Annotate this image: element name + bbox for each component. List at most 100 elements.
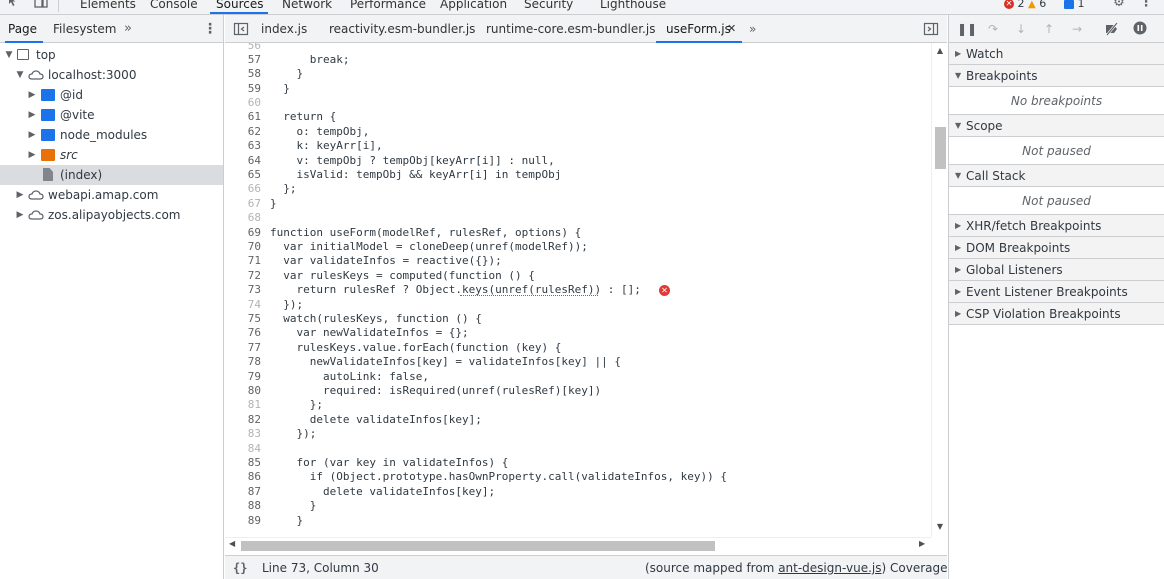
- inspect-element-icon[interactable]: [6, 0, 22, 11]
- tree-item-vite[interactable]: ▶ @vite: [0, 105, 223, 125]
- toggle-navigator-icon[interactable]: [233, 21, 249, 37]
- step-over-icon[interactable]: ↷: [985, 21, 1001, 37]
- expanded-arrow-icon: ▼: [955, 121, 962, 130]
- scrollbar-thumb[interactable]: [935, 127, 946, 169]
- section-breakpoints[interactable]: ▼ Breakpoints: [949, 65, 1164, 87]
- tab-elements[interactable]: Elements: [80, 0, 136, 14]
- section-watch[interactable]: ▶ Watch: [949, 43, 1164, 65]
- collapsed-arrow-icon[interactable]: ▶: [27, 105, 37, 125]
- code-line: 65 isValid: tempObj && keyArr[i] in temp…: [247, 168, 562, 181]
- device-toolbar-icon[interactable]: [33, 0, 49, 11]
- tree-item-index[interactable]: (index): [0, 165, 223, 185]
- customize-menu-icon[interactable]: ⋮: [1138, 0, 1154, 11]
- horizontal-scrollbar[interactable]: ◀ ▶: [225, 537, 931, 552]
- editor-tab-bar: index.js reactivity.esm-bundler.js runti…: [225, 15, 947, 43]
- code-line: 70 var initialModel = cloneDeep(unref(mo…: [247, 240, 588, 253]
- code-editor[interactable]: 56 57 break; 58 } 59 } 60 61 return { 62…: [225, 43, 931, 537]
- collapsed-arrow-icon[interactable]: ▶: [27, 85, 37, 105]
- tab-security[interactable]: Security: [524, 0, 573, 14]
- issues-counter[interactable]: ✕ 2 ▲ 6: [1004, 0, 1046, 12]
- devtools-top-toolbar: Elements Console Sources Network Perform…: [0, 0, 1164, 15]
- section-dom-breakpoints[interactable]: ▶ DOM Breakpoints: [949, 237, 1164, 259]
- code-line: 84: [247, 442, 261, 455]
- close-tab-icon[interactable]: ✕: [727, 15, 736, 43]
- debugger-toolbar: ❚❚ ↷ ↓ ↑ →: [949, 15, 1164, 43]
- settings-gear-icon[interactable]: ⚙: [1111, 0, 1127, 11]
- more-tabs-icon[interactable]: »: [124, 15, 132, 43]
- active-tab-indicator: [5, 41, 43, 43]
- scroll-up-arrow-icon[interactable]: ▲: [935, 46, 945, 55]
- navigator-menu-icon[interactable]: ⋮: [203, 15, 217, 43]
- collapsed-arrow-icon[interactable]: ▶: [27, 125, 37, 145]
- source-map-link[interactable]: ant-design-vue.js: [778, 561, 881, 575]
- tree-item-src[interactable]: ▶ src: [0, 145, 223, 165]
- code-line: 71 var validateInfos = reactive({});: [247, 254, 502, 267]
- pause-on-exceptions-icon[interactable]: [1132, 21, 1148, 37]
- folder-icon: [41, 149, 55, 161]
- tab-page[interactable]: Page: [8, 15, 37, 43]
- section-csp-violation-breakpoints[interactable]: ▶ CSP Violation Breakpoints: [949, 303, 1164, 325]
- tree-item-label: node_modules: [60, 128, 148, 142]
- cursor-position: Line 73, Column 30: [262, 561, 379, 575]
- tree-item-label: @vite: [60, 108, 95, 122]
- tree-item-localhost[interactable]: ▼ localhost:3000: [0, 65, 223, 85]
- tab-lighthouse[interactable]: Lighthouse: [600, 0, 666, 14]
- deactivate-breakpoints-icon[interactable]: [1104, 21, 1120, 37]
- expanded-arrow-icon[interactable]: ▼: [15, 65, 25, 85]
- expanded-arrow-icon[interactable]: ▼: [4, 45, 14, 65]
- tree-item-label: localhost:3000: [48, 68, 137, 82]
- scroll-right-arrow-icon[interactable]: ▶: [919, 539, 925, 548]
- step-icon[interactable]: →: [1069, 21, 1085, 37]
- toggle-debugger-icon[interactable]: [923, 21, 939, 37]
- tree-item-webapi[interactable]: ▶ webapi.amap.com: [0, 185, 223, 205]
- scroll-down-arrow-icon[interactable]: ▼: [935, 522, 945, 531]
- tab-filesystem[interactable]: Filesystem: [53, 15, 116, 43]
- collapsed-arrow-icon[interactable]: ▶: [27, 145, 37, 165]
- section-event-listener-breakpoints[interactable]: ▶ Event Listener Breakpoints: [949, 281, 1164, 303]
- tree-item-node-modules[interactable]: ▶ node_modules: [0, 125, 223, 145]
- tree-item-zos[interactable]: ▶ zos.alipayobjects.com: [0, 205, 223, 225]
- source-map-info: (source mapped from ant-design-vue.js) C…: [645, 561, 975, 575]
- section-call-stack[interactable]: ▼ Call Stack: [949, 165, 1164, 187]
- section-global-listeners[interactable]: ▶ Global Listeners: [949, 259, 1164, 281]
- tab-runtime-core[interactable]: runtime-core.esm-bundler.js: [486, 15, 655, 43]
- scroll-left-arrow-icon[interactable]: ◀: [229, 539, 235, 548]
- cloud-icon: [28, 70, 44, 80]
- pause-icon[interactable]: ❚❚: [957, 21, 977, 37]
- section-xhr-breakpoints[interactable]: ▶ XHR/fetch Breakpoints: [949, 215, 1164, 237]
- toolbar-divider: [58, 0, 59, 12]
- tab-performance[interactable]: Performance: [350, 0, 426, 14]
- tree-item-label: src: [60, 148, 78, 162]
- vertical-scrollbar[interactable]: ▲ ▼: [931, 43, 947, 537]
- tab-network[interactable]: Network: [282, 0, 332, 14]
- tab-useform[interactable]: useForm.js: [666, 15, 731, 43]
- step-out-icon[interactable]: ↑: [1041, 21, 1057, 37]
- tree-item-label: top: [36, 48, 56, 62]
- collapsed-arrow-icon[interactable]: ▶: [15, 205, 25, 225]
- collapsed-arrow-icon: ▶: [955, 243, 962, 252]
- editor-status-bar: {} Line 73, Column 30 (source mapped fro…: [225, 555, 974, 579]
- tree-item-top[interactable]: ▼ top: [0, 45, 223, 65]
- file-navigator: Page Filesystem » ⋮ ▼ top ▼ localhost:30…: [0, 15, 224, 579]
- code-line: 75 watch(rulesKeys, function () {: [247, 312, 482, 325]
- error-marker-icon[interactable]: ✕: [657, 283, 670, 297]
- collapsed-arrow-icon[interactable]: ▶: [15, 185, 25, 205]
- tab-index-js[interactable]: index.js: [261, 15, 307, 43]
- code-line: 85 for (var key in validateInfos) {: [247, 456, 509, 469]
- code-line: 72 var rulesKeys = computed(function () …: [247, 269, 535, 282]
- tab-reactivity[interactable]: reactivity.esm-bundler.js: [329, 15, 475, 43]
- tab-application[interactable]: Application: [440, 0, 507, 14]
- pretty-print-icon[interactable]: {}: [233, 556, 247, 579]
- section-scope[interactable]: ▼ Scope: [949, 115, 1164, 137]
- messages-counter[interactable]: 1: [1064, 0, 1085, 12]
- code-line: 88 }: [247, 499, 317, 512]
- step-into-icon[interactable]: ↓: [1013, 21, 1029, 37]
- tab-console[interactable]: Console: [150, 0, 198, 14]
- expanded-arrow-icon: ▼: [955, 171, 962, 180]
- code-line: 74 });: [247, 298, 304, 311]
- scrollbar-thumb[interactable]: [241, 541, 715, 551]
- more-tabs-icon[interactable]: »: [749, 15, 756, 43]
- code-line: 78 newValidateInfos[key] = validateInfos…: [247, 355, 621, 368]
- tree-item-id[interactable]: ▶ @id: [0, 85, 223, 105]
- code-line: 62 o: tempObj,: [247, 125, 370, 138]
